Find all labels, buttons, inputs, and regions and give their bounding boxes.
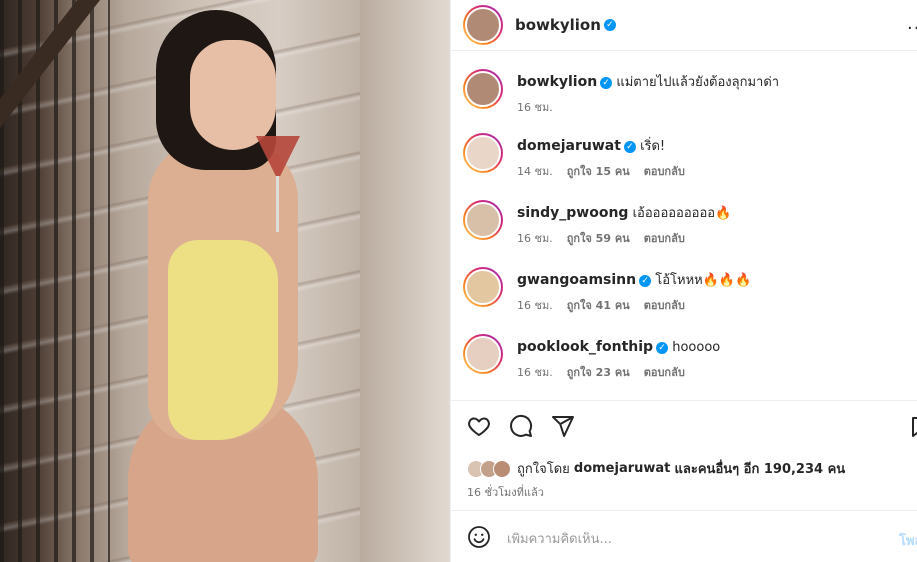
avatar[interactable] [463,267,503,307]
comment-text: แม่ตายไปแล้วยังต้องลุกมาด่า [616,75,780,90]
heart-icon[interactable] [467,414,491,438]
comment-item: domejaruwat ✓ เริ่ด! 14 ชม. ถูกใจ 15 คน ต… [463,133,913,180]
comment-item: pooklook_fonthip ✓ hooooo 16 ชม. ถูกใจ 23… [463,334,913,381]
comment-likes[interactable]: ถูกใจ 59 คน [567,230,630,247]
comment-text: โอ้โหหห🔥🔥🔥 [655,273,752,288]
post-sidebar: bowkylion ✓ ... bowkylion✓ แม่ตายไปแล้วย… [450,0,917,562]
comment-likes[interactable]: ถูกใจ 23 คน [567,364,630,381]
likes-middle: และ [674,462,698,477]
comment-text: hooooo [672,340,721,355]
emoji-icon[interactable] [467,525,491,553]
comment-input[interactable] [507,531,867,547]
avatar [493,459,511,478]
comment-text: เอ้อออออออออ🔥 [632,206,732,221]
comments-list: bowkylion ✓ แม่ตายไปแล้วยังต้องลุกมาด่า 1… [451,51,917,401]
liker-username[interactable]: domejaruwat [574,461,671,476]
post-timestamp[interactable]: 16 ชั่วโมงที่แล้ว [467,483,544,501]
post-dialog: bowkylion ✓ ... bowkylion✓ แม่ตายไปแล้วย… [0,0,917,562]
post-header: bowkylion ✓ ... [451,0,917,51]
verified-badge-icon: ✓ [623,140,636,153]
comment-item: gwangoamsinn ✓ โอ้โหหห🔥🔥🔥 16 ชม. ถูกใจ 41… [463,267,913,314]
post-button[interactable]: โพสต์ [899,530,917,551]
comment-likes[interactable]: ถูกใจ 15 คน [567,163,630,180]
comment-username[interactable]: gwangoamsinn [517,272,636,288]
more-options-icon[interactable]: ... [907,13,917,34]
avatar[interactable] [463,200,503,240]
caption: bowkylion ✓ แม่ตายไปแล้วยังต้องลุกมาด่า 1… [463,69,913,116]
divider [451,510,917,511]
reply-button[interactable]: ตอบกลับ [644,163,685,180]
likes-summary: ถูกใจโดย domejaruwat และ คนอื่นๆ อีก 190,… [467,458,845,479]
author-avatar[interactable] [463,5,503,45]
comment-time[interactable]: 16 ชม. [517,364,553,381]
comment-time[interactable]: 16 ชม. [517,297,553,314]
photo-subject [118,10,328,562]
reply-button[interactable]: ตอบกลับ [644,297,685,314]
comment-likes[interactable]: ถูกใจ 41 คน [567,297,630,314]
avatar[interactable] [463,133,503,173]
verified-badge-icon: ✓ [600,76,613,89]
divider [451,400,917,401]
action-bar [467,414,575,438]
comment-text: เริ่ด! [640,139,666,154]
comment-username[interactable]: pooklook_fonthip [517,339,653,355]
comment-username[interactable]: sindy_pwoong [517,205,628,221]
likes-count-link[interactable]: คนอื่นๆ อีก 190,234 คน [698,458,845,479]
comment-username[interactable]: bowkylion [517,74,597,90]
comment-username[interactable]: domejaruwat [517,138,621,154]
avatar[interactable] [463,334,503,374]
comment-time[interactable]: 16 ชม. [517,99,553,116]
likes-prefix: ถูกใจโดย [517,462,570,477]
avatar[interactable] [463,69,503,109]
verified-badge-icon: ✓ [603,19,616,31]
comment-item: sindy_pwoong เอ้อออออออออ🔥 16 ชม. ถูกใจ … [463,200,913,247]
liker-avatars[interactable] [467,459,511,478]
share-icon[interactable] [551,414,575,438]
add-comment-bar [467,525,867,553]
verified-badge-icon: ✓ [639,274,652,287]
comment-time[interactable]: 16 ชม. [517,230,553,247]
reply-button[interactable]: ตอบกลับ [644,230,685,247]
author-username[interactable]: bowkylion [515,16,601,34]
comment-time[interactable]: 14 ชม. [517,163,553,180]
verified-badge-icon: ✓ [656,341,669,354]
reply-button[interactable]: ตอบกลับ [644,364,685,381]
comment-icon[interactable] [509,414,533,438]
bookmark-icon[interactable] [911,416,917,438]
post-photo[interactable] [0,0,450,562]
